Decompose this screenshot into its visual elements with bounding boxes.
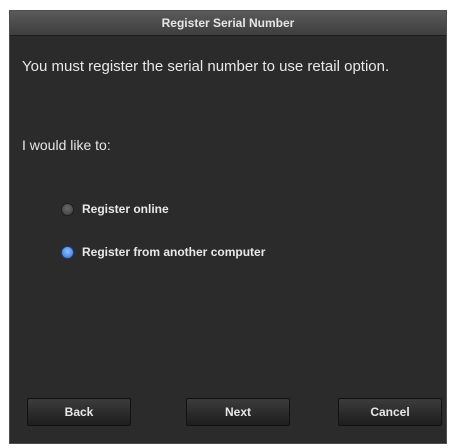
instruction-message: You must register the serial number to u… <box>22 58 390 75</box>
next-button[interactable]: Next <box>186 398 290 426</box>
dialog-title: Register Serial Number <box>161 16 295 30</box>
option-prompt: I would like to: <box>22 137 111 153</box>
option-label: Register online <box>82 202 169 216</box>
radio-selected-icon[interactable] <box>61 245 74 259</box>
option-register-online[interactable]: Register online <box>61 202 169 216</box>
register-serial-dialog: Register Serial Number <box>9 10 447 444</box>
option-label: Register from another computer <box>82 245 266 259</box>
radio-unselected-icon[interactable] <box>61 202 74 216</box>
option-register-another-computer[interactable]: Register from another computer <box>61 245 265 259</box>
title-bar: Register Serial Number <box>10 11 446 36</box>
back-button[interactable]: Back <box>27 398 131 426</box>
cancel-button[interactable]: Cancel <box>338 398 442 426</box>
